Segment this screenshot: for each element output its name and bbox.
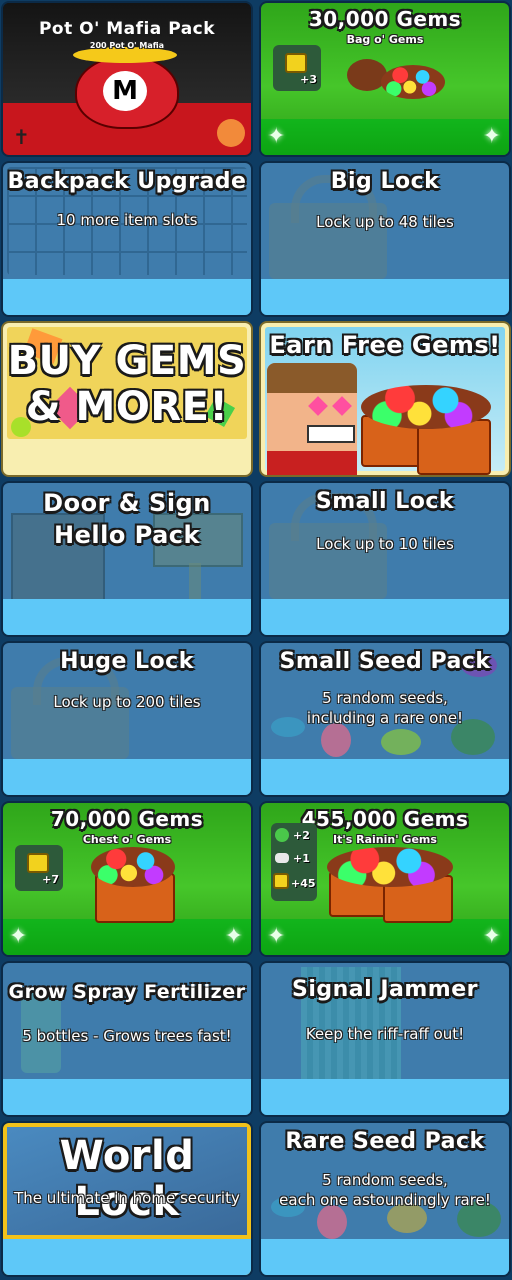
item-title: Grow Spray Fertilizer <box>8 981 246 1003</box>
item-small-seed-pack[interactable]: Small Seed Pack 5 random seeds, includin… <box>259 641 511 797</box>
card-footer <box>261 279 509 315</box>
card-footer <box>3 759 251 795</box>
item-buy-gems-and-more[interactable]: BUY GEMS & MORE! <box>1 321 253 477</box>
card-footer <box>3 599 251 635</box>
card-footer <box>261 1239 509 1275</box>
promo-title-line1: BUY GEMS <box>7 338 247 384</box>
card-footer <box>261 599 509 635</box>
item-door-and-sign-hello-pack[interactable]: Door & Sign Hello Pack <box>1 481 253 637</box>
item-earn-free-gems[interactable]: Earn Free Gems! <box>259 321 511 477</box>
item-title: Earn Free Gems! <box>269 331 501 359</box>
sparkle-icon: ✦ <box>9 924 28 949</box>
badge-count: +7 <box>42 873 59 886</box>
card-footer <box>3 279 251 315</box>
world-lock-badge: +3 <box>273 45 321 91</box>
sparkle-icon: ✦ <box>267 924 286 949</box>
card-footer <box>261 919 509 955</box>
card-footer <box>261 759 509 795</box>
sparkle-icon: ✦ <box>482 924 501 949</box>
hair <box>267 363 357 393</box>
item-title: Small Seed Pack <box>279 649 491 674</box>
sparkle-icon: ✦ <box>482 124 501 149</box>
item-title-line1: Door & Sign <box>43 489 211 517</box>
item-title: Backpack Upgrade <box>7 169 247 194</box>
item-title: Big Lock <box>330 169 440 194</box>
mafia-pot-icon: M <box>75 55 179 129</box>
swirl-icon <box>217 119 245 147</box>
item-70000-gems[interactable]: 70,000 Gems Chest o' Gems +7 ✦ ✦ <box>1 801 253 957</box>
seed-icon <box>317 1205 347 1239</box>
bonus-items-badge: +2 +1 +45 <box>271 823 317 901</box>
item-subtitle: Lock up to 48 tiles <box>316 213 454 231</box>
badge-count: +1 <box>293 852 310 865</box>
item-subtitle: 5 bottles - Grows trees fast! <box>22 1027 232 1045</box>
gems-pile-icon <box>381 65 445 99</box>
item-pot-o-mafia-pack[interactable]: M ✝ Pot O' Mafia Pack 200 Pot O' Mafia <box>1 1 253 157</box>
item-subtitle: Lock up to 200 tiles <box>53 693 201 711</box>
item-big-lock[interactable]: Big Lock Lock up to 48 tiles <box>259 161 511 317</box>
item-455000-gems[interactable]: 455,000 Gems It's Rainin' Gems +2 +1 +45… <box>259 801 511 957</box>
badge-count: +3 <box>300 73 317 86</box>
card-footer <box>261 1079 509 1115</box>
gems-pile-icon <box>91 847 175 887</box>
item-subtitle-line2: including a rare one! <box>306 709 464 727</box>
shirt <box>267 451 357 475</box>
item-30000-gems[interactable]: 30,000 Gems Bag o' Gems +3 ✦ ✦ <box>259 1 511 157</box>
mafia-m-logo: M <box>103 71 147 111</box>
item-subtitle: The ultimate in home security <box>14 1189 240 1207</box>
gravestone-icon: ✝ <box>13 125 30 149</box>
item-title: Huge Lock <box>60 649 194 674</box>
item-subtitle: Keep the riff-raff out! <box>305 1025 465 1043</box>
gem-eye-icon <box>332 396 352 416</box>
item-backpack-upgrade[interactable]: Backpack Upgrade 10 more item slots <box>1 161 253 317</box>
card-footer <box>3 1079 251 1115</box>
sparkle-icon: ✦ <box>267 124 286 149</box>
item-title: 70,000 Gems <box>50 807 204 831</box>
gems-pile-icon <box>327 847 453 887</box>
item-title: Signal Jammer <box>292 977 478 1002</box>
teeth <box>307 425 355 443</box>
seed-icon <box>381 729 421 755</box>
sparkle-icon: ✦ <box>224 924 243 949</box>
item-huge-lock[interactable]: Huge Lock Lock up to 200 tiles <box>1 641 253 797</box>
item-subtitle: 200 Pot O' Mafia <box>89 41 165 50</box>
card-footer <box>3 919 251 955</box>
item-subtitle-line2: each one astoundingly rare! <box>279 1191 491 1209</box>
item-title: World Lock <box>59 1133 195 1225</box>
item-rare-seed-pack[interactable]: Rare Seed Pack 5 random seeds, each one … <box>259 1121 511 1277</box>
item-title-line2: Hello Pack <box>54 521 200 549</box>
card-footer <box>3 1239 251 1275</box>
world-lock-icon <box>273 873 289 889</box>
item-world-lock[interactable]: World Lock The ultimate in home security <box>1 1121 253 1277</box>
store-grid: M ✝ Pot O' Mafia Pack 200 Pot O' Mafia 3… <box>0 0 512 1280</box>
seed-icon <box>321 723 351 757</box>
item-subtitle: Lock up to 10 tiles <box>316 535 454 553</box>
sign-post <box>189 563 201 603</box>
item-title: Small Lock <box>315 489 455 514</box>
badge-count: +45 <box>291 877 316 890</box>
item-small-lock[interactable]: Small Lock Lock up to 10 tiles <box>259 481 511 637</box>
item-subtitle-line1: 5 random seeds, <box>322 1171 448 1189</box>
card-footer <box>261 119 509 155</box>
promo-title-line2: & MORE! <box>25 384 229 430</box>
growtoken-icon <box>275 828 289 842</box>
item-title: 30,000 Gems <box>308 7 462 31</box>
badge-count: +2 <box>293 829 310 842</box>
gem-eye-icon <box>308 396 328 416</box>
gems-pile-icon <box>361 385 491 429</box>
item-subtitle: 10 more item slots <box>56 211 198 229</box>
world-lock-icon <box>285 53 307 73</box>
item-grow-spray-fertilizer[interactable]: Grow Spray Fertilizer 5 bottles - Grows … <box>1 961 253 1117</box>
item-subtitle-line1: 5 random seeds, <box>322 689 448 707</box>
item-title: Pot O' Mafia Pack <box>38 19 216 39</box>
item-signal-jammer[interactable]: Signal Jammer Keep the riff-raff out! <box>259 961 511 1117</box>
world-lock-icon <box>27 853 49 873</box>
item-title: Rare Seed Pack <box>285 1129 485 1154</box>
bone-icon <box>275 853 289 863</box>
character-icon <box>267 363 357 475</box>
world-lock-badge: +7 <box>15 845 63 891</box>
